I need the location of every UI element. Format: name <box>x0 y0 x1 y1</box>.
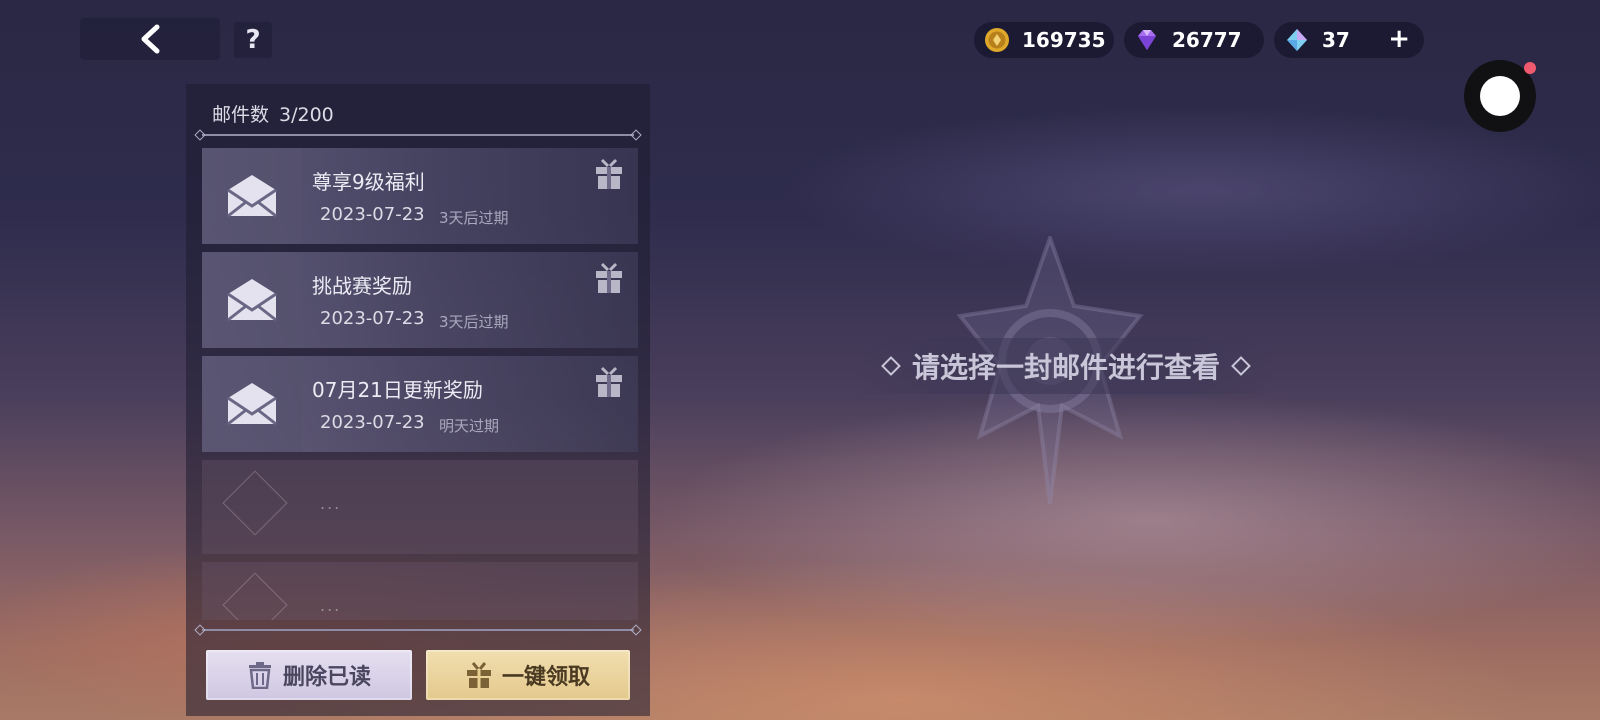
blue-crystal-icon <box>1287 29 1307 51</box>
gift-icon <box>596 366 622 397</box>
envelope-icon <box>227 175 277 218</box>
record-button[interactable] <box>1464 60 1536 132</box>
mail-date: 2023-07-23 <box>320 412 425 433</box>
gift-icon <box>596 158 622 189</box>
gem-amount: 26777 <box>1172 28 1242 52</box>
purple-gem-icon <box>1138 30 1156 50</box>
envelope-icon-box <box>202 356 302 452</box>
mail-expire: 3天后过期 <box>439 313 509 331</box>
gift-icon <box>596 262 622 293</box>
back-button[interactable] <box>80 18 220 60</box>
empty-mail-slot: ... <box>202 562 638 620</box>
divider <box>202 134 634 136</box>
gold-amount: 169735 <box>1022 28 1106 52</box>
mail-title: 挑战赛奖励 <box>312 274 412 298</box>
mail-screen: ? 169735 26777 37 + 邮件数 3/200 尊享9级福利 202… <box>0 0 1600 720</box>
empty-mail-slot: ... <box>202 460 638 554</box>
divider <box>202 629 634 631</box>
mail-count: 邮件数 3/200 <box>212 100 334 127</box>
claim-all-label: 一键领取 <box>501 665 590 690</box>
empty-slot-diamond <box>222 572 288 620</box>
diamond-right-icon <box>1231 356 1251 376</box>
trash-icon <box>248 662 271 689</box>
crystal-amount: 37 <box>1322 28 1350 52</box>
mail-count-label: 邮件数 <box>212 104 270 126</box>
select-mail-hint-text: 请选择一封邮件进行查看 <box>911 351 1220 384</box>
gold-coin-icon <box>985 28 1009 52</box>
mail-list-panel: 邮件数 3/200 尊享9级福利 2023-07-23 3天后过期 挑战赛奖励 … <box>186 84 650 716</box>
empty-slot-dots: ... <box>320 494 342 513</box>
empty-slot-diamond <box>222 470 288 536</box>
claim-all-button[interactable]: 一键领取 <box>426 650 630 700</box>
mail-expire: 3天后过期 <box>439 209 509 227</box>
mail-date: 2023-07-23 <box>320 308 425 329</box>
chevron-left-icon <box>141 24 160 54</box>
record-icon <box>1480 76 1520 116</box>
gold-currency: 169735 <box>974 22 1114 58</box>
mail-count-value: 3/200 <box>279 104 334 126</box>
gem-currency: 26777 <box>1124 22 1264 58</box>
mail-title: 尊享9级福利 <box>312 170 425 194</box>
envelope-icon-box <box>202 252 302 348</box>
notification-dot <box>1524 62 1536 74</box>
envelope-icon-box <box>202 148 302 244</box>
envelope-icon <box>227 383 277 426</box>
gift-icon <box>466 662 491 688</box>
delete-read-label: 删除已读 <box>282 665 371 690</box>
delete-read-button[interactable]: 删除已读 <box>206 650 412 700</box>
add-crystal-button[interactable]: + <box>1388 24 1410 54</box>
mail-item[interactable]: 挑战赛奖励 2023-07-23 3天后过期 <box>202 252 638 348</box>
mail-date: 2023-07-23 <box>320 204 425 225</box>
mail-title: 07月21日更新奖励 <box>312 378 483 402</box>
empty-slot-dots: ... <box>320 596 342 615</box>
diamond-left-icon <box>881 356 901 376</box>
select-mail-hint: 请选择一封邮件进行查看 <box>856 338 1276 394</box>
crystal-currency: 37 + <box>1274 22 1424 58</box>
help-button[interactable]: ? <box>234 22 272 58</box>
envelope-icon <box>227 279 277 322</box>
mail-item[interactable]: 07月21日更新奖励 2023-07-23 明天过期 <box>202 356 638 452</box>
mail-item[interactable]: 尊享9级福利 2023-07-23 3天后过期 <box>202 148 638 244</box>
mail-expire: 明天过期 <box>439 417 500 435</box>
